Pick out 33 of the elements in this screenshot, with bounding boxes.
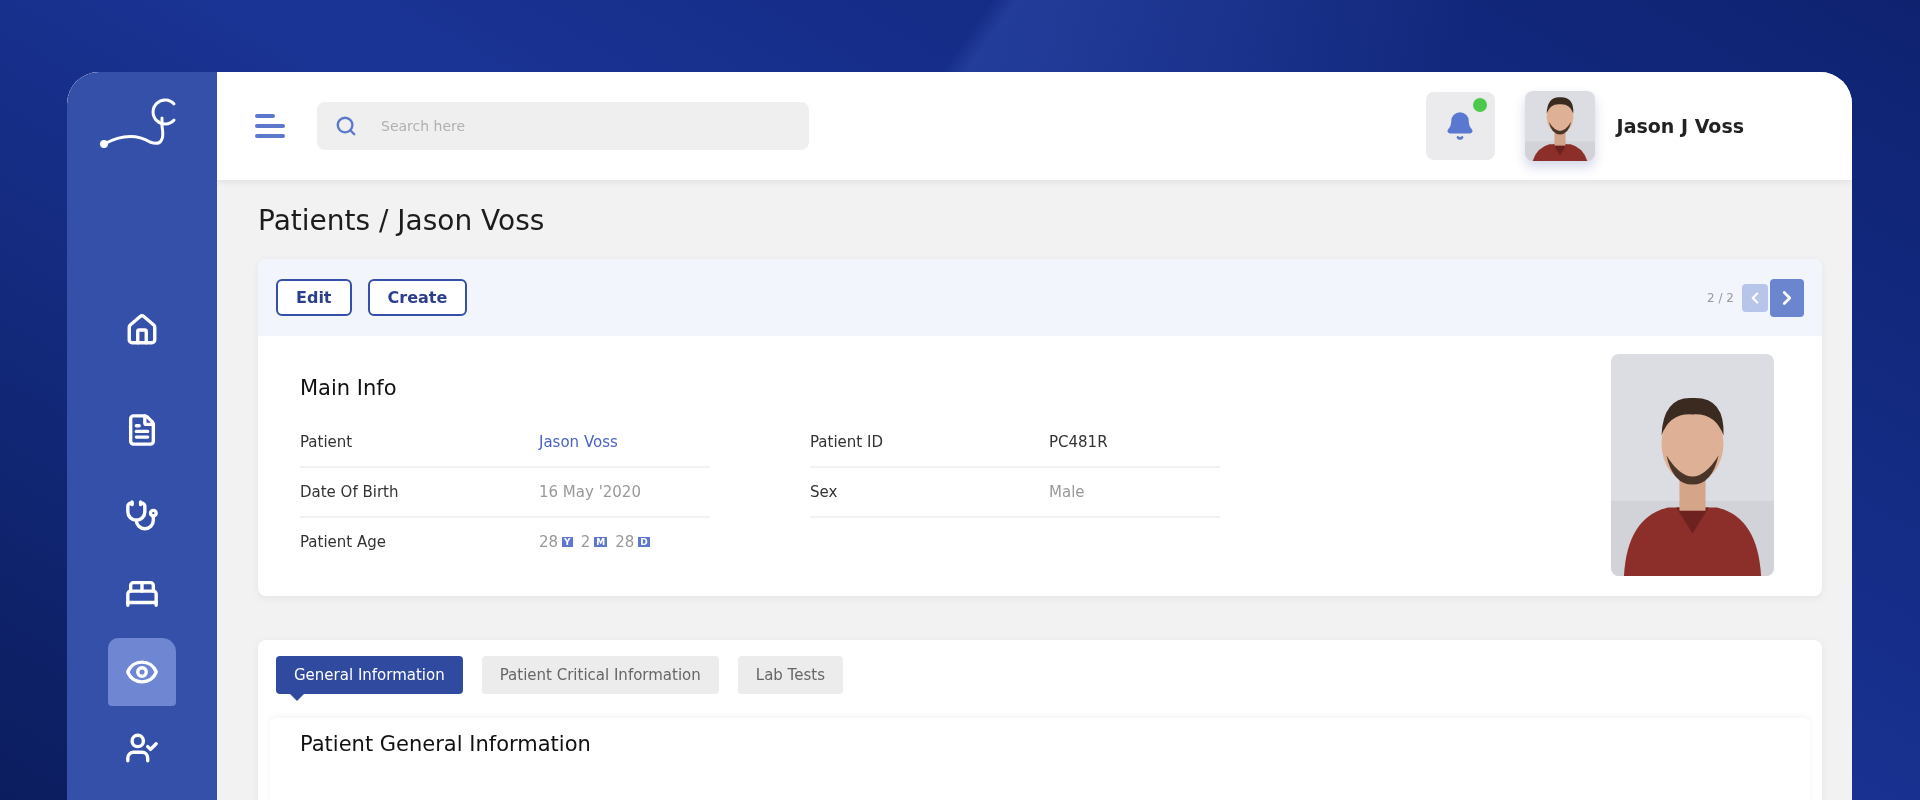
field-label: Sex xyxy=(810,483,839,501)
field-label: Patient xyxy=(300,433,354,451)
sidebar-item[interactable] xyxy=(108,638,176,706)
menu-icon[interactable] xyxy=(255,114,285,138)
age-value: 2 xyxy=(580,533,591,551)
age-value: 28 xyxy=(615,533,635,551)
next-button[interactable] xyxy=(1770,278,1804,317)
field-label: Patient Age xyxy=(300,533,387,551)
search-field[interactable]: Search here xyxy=(317,102,809,150)
tab[interactable]: Lab Tests xyxy=(737,656,843,694)
age-unit: Y xyxy=(562,537,573,547)
field-label: Date Of Birth xyxy=(300,483,400,501)
breadcrumb: Patients / Jason Voss xyxy=(258,204,546,237)
search-icon xyxy=(335,115,357,137)
section-title: Main Info xyxy=(300,376,398,400)
field-value: Male xyxy=(1049,483,1085,501)
pager-text: 2 / 2 xyxy=(1707,290,1734,305)
tab-pointer xyxy=(290,694,304,701)
patient-link[interactable]: Jason Voss xyxy=(539,433,618,451)
action-button[interactable]: Create xyxy=(367,279,468,316)
tab[interactable]: Patient Critical Information xyxy=(481,656,719,694)
home-icon xyxy=(125,313,159,347)
action-button[interactable]: Edit xyxy=(276,279,352,316)
stethoscope-icon xyxy=(125,499,159,533)
field-value: PC481R xyxy=(1049,433,1108,451)
age-value: 28 xyxy=(539,533,559,551)
user-name: Jason J Voss xyxy=(1616,115,1744,137)
age-unit: D xyxy=(638,537,650,547)
field-label: Patient ID xyxy=(810,433,884,451)
age-unit: M xyxy=(594,537,608,547)
notification-button[interactable] xyxy=(1425,92,1495,160)
section-title: Patient General Information xyxy=(300,732,592,756)
user-check-icon xyxy=(125,731,159,765)
